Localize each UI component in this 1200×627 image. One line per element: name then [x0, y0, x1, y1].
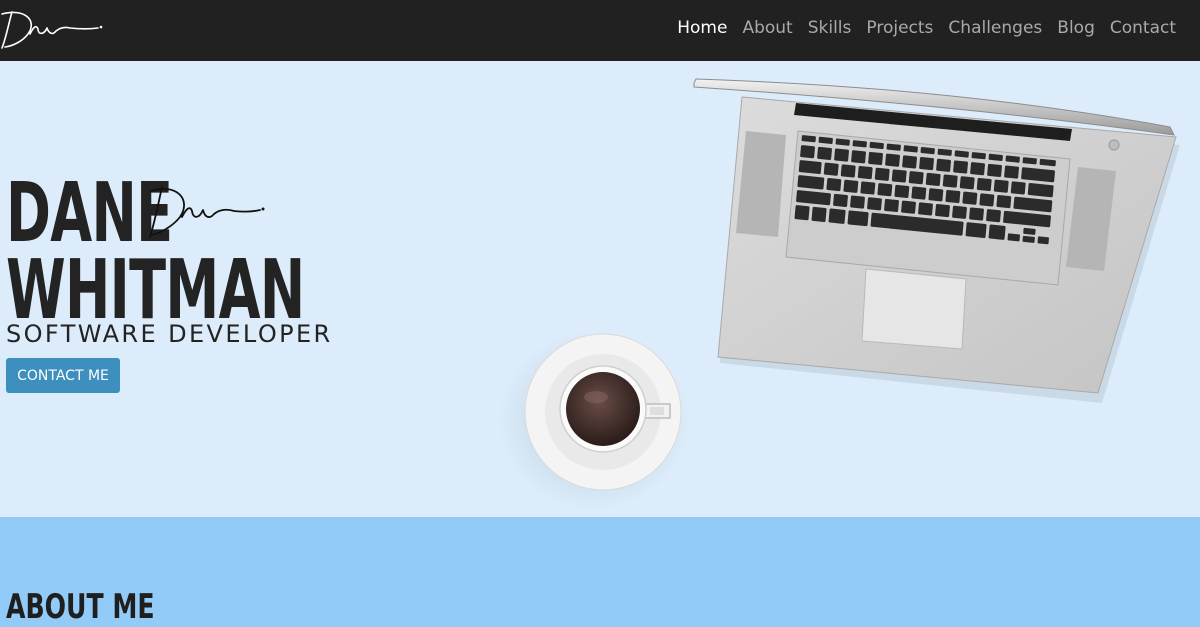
coffee-cup-illustration — [500, 331, 690, 511]
nav-link-home[interactable]: Home — [677, 18, 727, 38]
nav-link-blog[interactable]: Blog — [1057, 18, 1095, 38]
hero-subtitle: SOFTWARE DEVELOPER — [6, 320, 333, 348]
about-section: ABOUT ME — [0, 517, 1200, 627]
nav-link-challenges[interactable]: Challenges — [948, 18, 1042, 38]
laptop-illustration — [693, 78, 1180, 403]
signature-logo[interactable] — [0, 4, 110, 54]
hero-signature — [149, 186, 265, 238]
nav-menu: Home About Skills Projects Challenges Bl… — [677, 0, 1176, 56]
nav-link-skills[interactable]: Skills — [808, 18, 852, 38]
nav-link-about[interactable]: About — [742, 18, 792, 38]
hero-section: DANE WHITMAN SOFTWARE DEVELOPER CONTACT … — [0, 61, 1200, 517]
contact-me-button[interactable]: CONTACT ME — [6, 358, 120, 393]
navbar: Home About Skills Projects Challenges Bl… — [0, 0, 1200, 61]
about-heading: ABOUT ME — [6, 587, 155, 627]
nav-link-projects[interactable]: Projects — [866, 18, 933, 38]
nav-link-contact[interactable]: Contact — [1110, 18, 1176, 38]
